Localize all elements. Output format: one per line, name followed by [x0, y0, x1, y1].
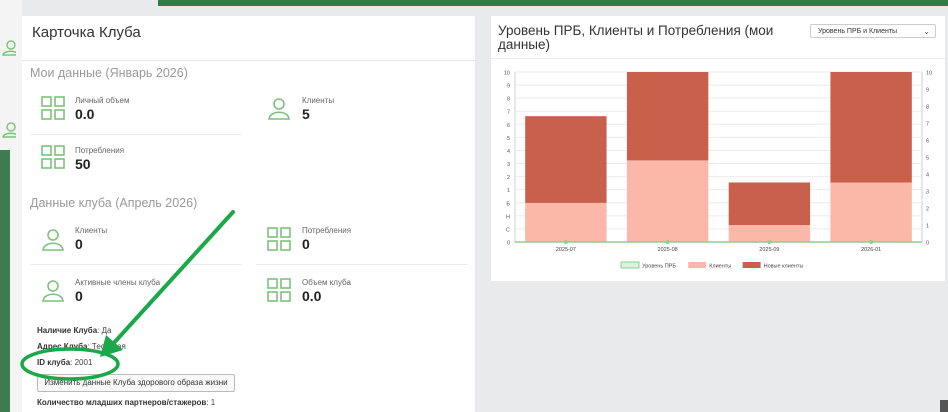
bar-clients: [626, 160, 709, 242]
highlight-ellipse-annotation: [20, 347, 120, 381]
chart-panel: Уровень ПРБ, Клиенты и Потребления (мои …: [491, 16, 945, 281]
x-tick-label: 2025-09: [759, 247, 779, 253]
y-tick-label: 9: [507, 84, 510, 90]
y-right-tick-label: 10: [926, 71, 932, 77]
bar-new-clients: [525, 116, 607, 203]
y-tick-label: 10: [504, 71, 510, 77]
y-right-tick-label: 3: [926, 190, 929, 196]
y-right-tick-label: 1: [926, 224, 929, 230]
y-tick-label: 0: [507, 241, 510, 247]
x-tick-label: 2026-01: [861, 247, 881, 253]
legend-label: Новые клиенты: [764, 264, 804, 270]
y-tick-label: 3: [507, 162, 510, 168]
point-prb-level: [767, 240, 772, 244]
y-right-tick-label: 7: [926, 122, 929, 128]
x-tick-label: 2025-08: [658, 247, 678, 253]
scroll-corner: [940, 400, 948, 412]
point-prb-level: [563, 240, 568, 244]
y-right-tick-label: 2: [926, 207, 929, 213]
y-tick-label: 6: [507, 123, 510, 129]
y-right-tick-label: 0: [926, 241, 929, 247]
y-tick-label: 8: [507, 97, 510, 103]
y-tick-label: 2: [507, 175, 510, 181]
legend-label: Клиенты: [709, 264, 731, 270]
y-right-tick-label: 4: [926, 173, 929, 179]
y-right-tick-label: 5: [926, 156, 929, 162]
y-tick-label: Н: [506, 214, 510, 220]
x-tick-label: 2025-07: [556, 247, 576, 253]
y-right-tick-label: 9: [926, 88, 929, 94]
point-prb-level: [665, 240, 670, 244]
y-tick-label: 1: [507, 188, 510, 194]
y-tick-label: Б: [506, 201, 510, 207]
bar-chart: 0 С Н Б 1 2 3 4 5 6 7 8 9 10 0 1 2 3 4 5 6 7 8 9 10 2025-07 2025-0…: [504, 71, 932, 270]
y-right-tick-label: 8: [926, 105, 929, 111]
point-prb-level: [869, 240, 874, 244]
y-tick-label: С: [506, 227, 510, 233]
legend-swatch: [688, 262, 707, 268]
legend-swatch: [742, 262, 761, 268]
bar-new-clients: [728, 182, 811, 225]
bar-clients: [728, 225, 811, 242]
y-tick-label: 4: [507, 149, 510, 155]
legend-swatch: [620, 261, 640, 269]
bar-new-clients: [830, 72, 912, 183]
bar-clients: [525, 202, 607, 242]
legend-label: Уровень ПРБ: [642, 264, 676, 270]
y-right-tick-label: 6: [926, 139, 929, 145]
bar-new-clients: [626, 72, 709, 161]
y-tick-label: 7: [507, 110, 510, 116]
bar-clients: [830, 182, 912, 242]
y-tick-label: 5: [507, 136, 510, 142]
arrow-annotation: [110, 210, 235, 347]
